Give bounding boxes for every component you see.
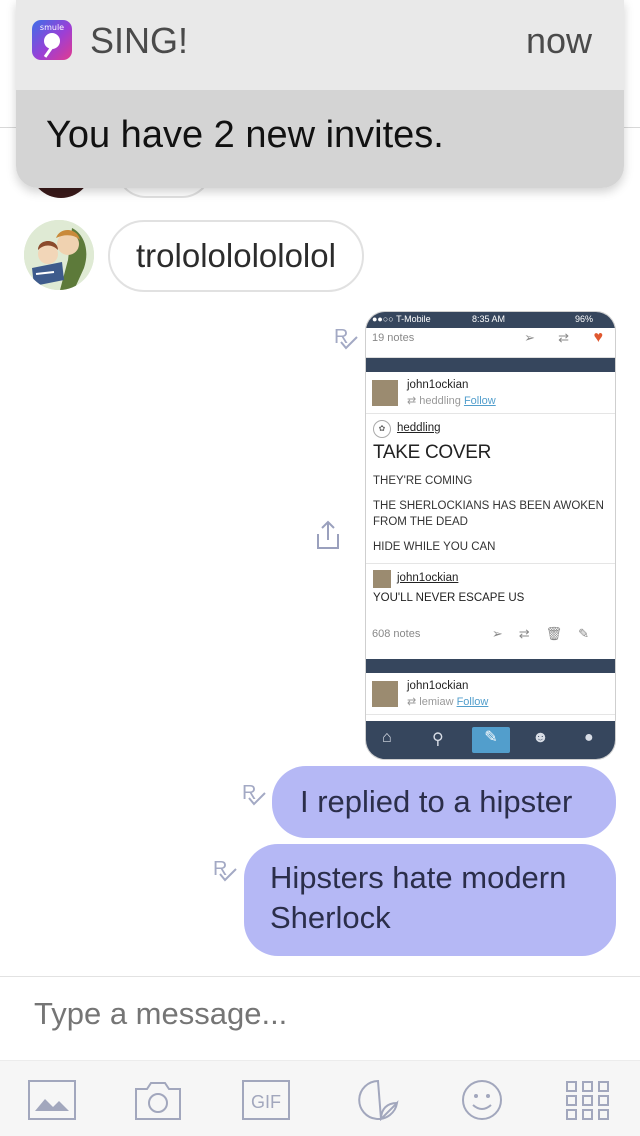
reblog-icon: ⇄	[558, 330, 569, 345]
screenshot-reply: john1ockian YOU'LL NEVER ESCAPE US 608 n…	[366, 563, 615, 659]
screenshot-top-notes: 19 notes	[372, 332, 415, 344]
screenshot-reblogged-from: ⇄ heddling Follow	[407, 395, 496, 407]
notification-header: smule SING! now	[16, 0, 624, 90]
screenshot-reblog-row: john1ockian ⇄ heddling Follow	[366, 372, 615, 414]
compose-icon: ✎	[472, 727, 510, 753]
grid-icon[interactable]	[563, 1079, 613, 1121]
screenshot-user-thumb	[372, 681, 398, 707]
screenshot-reply-text: YOU'LL NEVER ESCAPE US	[373, 592, 525, 604]
screenshot-username: john1ockian	[407, 379, 469, 391]
screenshot-time: 8:35 AM	[472, 314, 506, 324]
activity-icon: ☻	[532, 729, 549, 746]
screenshot-note-count: 608 notes	[372, 628, 421, 640]
screenshot-source-user: lemiaw	[419, 696, 454, 708]
screenshot-reply-avatar	[373, 570, 391, 588]
read-receipt-icon: R	[334, 326, 360, 354]
search-icon: ⚲	[432, 731, 444, 748]
screenshot-username: john1ockian	[407, 680, 469, 692]
sticker-icon[interactable]	[353, 1079, 403, 1122]
screenshot-reblogged-from: ⇄ lemiaw Follow	[407, 696, 489, 708]
screenshot-status-bar: ●●○○ T-Mobile 8:35 AM 96%	[366, 312, 615, 328]
screenshot-separator	[366, 358, 615, 372]
app-icon-text: smule	[39, 23, 65, 32]
notification-message: You have 2 new invites.	[46, 114, 444, 156]
screenshot-post-author: heddling	[397, 422, 441, 434]
camera-icon[interactable]	[133, 1079, 183, 1121]
account-icon: ●	[584, 729, 594, 746]
read-receipt-icon: R	[213, 858, 239, 886]
screenshot-post-line: THE SHERLOCKIANS HAS BEEN AWOKEN FROM TH…	[373, 500, 604, 528]
composer-divider	[0, 976, 640, 977]
screenshot-author-avatar: ✿	[373, 420, 391, 438]
screenshot-follow-link: Follow	[463, 395, 496, 407]
attachment-toolbar: GIF	[0, 1060, 640, 1136]
heart-icon: ♥	[593, 329, 604, 346]
screenshot-post: ✿ heddling TAKE COVER THEY'RE COMING THE…	[366, 414, 615, 563]
push-notification[interactable]: smule SING! now You have 2 new invites.	[16, 0, 624, 188]
microphone-icon	[44, 33, 60, 49]
screenshot-separator	[366, 659, 615, 673]
screenshot-carrier: ●●○○ T-Mobile	[372, 314, 431, 324]
outgoing-message-bubble[interactable]: Hipsters hate modern Sherlock	[244, 844, 616, 956]
screenshot-source-user: heddling	[419, 395, 461, 407]
screenshot-post-actions: ➢⇄🗑✎	[491, 626, 605, 641]
avatar-illustration-icon	[24, 220, 94, 290]
screenshot-tab-bar: ⌂ ⚲ ✎ ☻ ●	[366, 721, 615, 759]
read-receipt-icon: R	[242, 782, 268, 810]
notification-time: now	[525, 20, 592, 61]
screenshot-user-thumb	[372, 380, 398, 406]
incoming-message-bubble[interactable]: trololololololol	[108, 220, 364, 292]
screenshot-post-line: THEY'RE COMING	[373, 475, 473, 487]
screenshot-battery: 96%	[574, 314, 593, 324]
outgoing-message-bubble[interactable]: I replied to a hipster	[272, 766, 616, 838]
gif-icon[interactable]: GIF	[241, 1079, 291, 1121]
send-icon: ➢	[524, 330, 535, 345]
contact-avatar[interactable]	[24, 220, 94, 290]
screenshot-post-title: TAKE COVER	[373, 442, 492, 463]
emoji-icon[interactable]	[457, 1079, 507, 1121]
app-icon: smule	[32, 20, 72, 60]
share-icon[interactable]	[314, 520, 342, 550]
image-icon[interactable]	[27, 1079, 77, 1121]
notification-body: You have 2 new invites.	[16, 90, 624, 188]
screenshot-reblog-row: john1ockian ⇄ lemiaw Follow	[366, 673, 615, 715]
shared-image-screenshot[interactable]: ●●○○ T-Mobile 8:35 AM 96% 19 notes ➢ ⇄ ♥…	[365, 311, 616, 760]
gif-icon-label: GIF	[251, 1092, 281, 1112]
screenshot-post-line: HIDE WHILE YOU CAN	[373, 541, 496, 553]
message-input[interactable]	[34, 996, 594, 1032]
notification-app-name: SING!	[90, 20, 189, 61]
screenshot-top-actions: 19 notes ➢ ⇄ ♥	[366, 328, 615, 358]
home-icon: ⌂	[382, 729, 392, 746]
screenshot-reply-author: john1ockian	[397, 572, 459, 584]
screenshot-follow-link: Follow	[456, 696, 489, 708]
